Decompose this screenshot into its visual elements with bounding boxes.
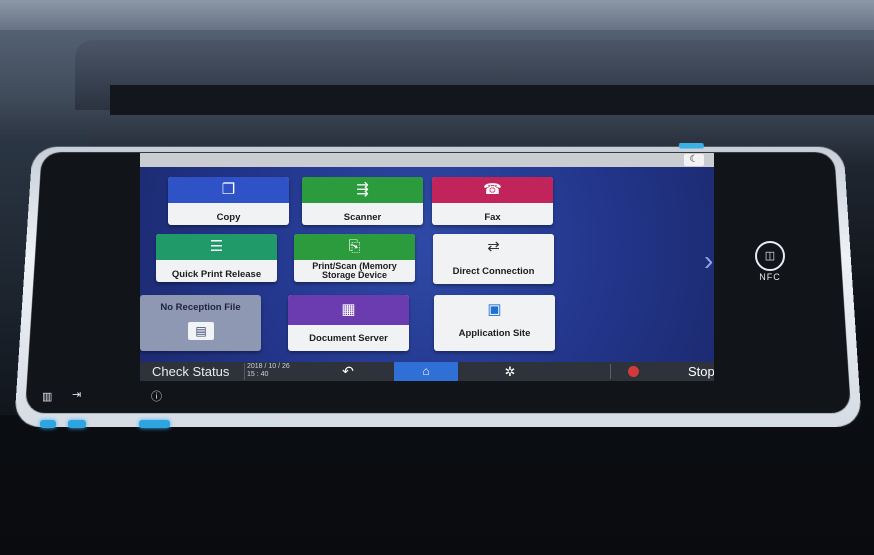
quick-print-icon: ☰ <box>209 238 224 255</box>
next-page-arrow[interactable]: › <box>704 247 713 275</box>
home-icon: ⌂ <box>422 364 430 378</box>
login-icon: ⇥ <box>72 389 82 401</box>
tile-application-site[interactable]: ▣ Application Site <box>434 295 555 351</box>
scanner-icon: ⇶ <box>356 181 369 198</box>
back-button[interactable]: ↶ <box>308 362 388 381</box>
back-arrow-icon: ↶ <box>342 363 354 379</box>
time-text: 15 : 40 <box>247 371 269 378</box>
nfc-reader: ◫ NFC <box>748 241 792 285</box>
tile-label: Copy <box>216 212 241 223</box>
tile-copy[interactable]: ❐ Copy <box>168 177 289 225</box>
tile-print-scan-memory[interactable]: ⎘ Print/Scan (Memory Storage Device <box>294 234 415 282</box>
tile-quick-print-release[interactable]: ☰ Quick Print Release <box>156 234 277 282</box>
tile-fax[interactable]: ☎ Fax <box>432 177 553 225</box>
counter-button[interactable] <box>40 420 56 428</box>
tile-band: ⇄ <box>433 234 554 260</box>
tile-band: ⇶ <box>302 177 423 203</box>
bar-divider <box>610 364 611 379</box>
date-time-display: 2018 / 10 / 26 15 : 40 <box>244 363 307 380</box>
fax-inbox-icon: ▤ <box>188 322 214 340</box>
document-server-icon: ▦ <box>341 301 356 318</box>
tile-label: Print/Scan (Memory Storage Device <box>312 261 397 280</box>
fax-icon: ☎ <box>483 181 502 198</box>
check-status-button[interactable]: Check Status <box>140 362 252 381</box>
info-button[interactable] <box>139 420 170 428</box>
tile-label: Application Site <box>458 328 531 339</box>
tile-band: ▣ <box>434 295 555 325</box>
tile-document-server[interactable]: ▦ Document Server <box>288 295 409 351</box>
tile-scanner[interactable]: ⇶ Scanner <box>302 177 423 225</box>
gear-icon: ✲ <box>504 364 516 379</box>
counter-icon: ▥ <box>42 391 53 403</box>
moon-icon: ☾ <box>689 154 699 165</box>
copy-icon: ❐ <box>221 181 236 198</box>
tile-band: ▦ <box>288 295 409 325</box>
energy-saver-button[interactable]: ☾ <box>684 154 704 166</box>
stop-icon <box>628 366 639 377</box>
status-led <box>678 143 704 149</box>
login-button[interactable] <box>68 420 86 428</box>
tile-band: ❐ <box>168 177 289 203</box>
application-site-icon: ▣ <box>487 301 502 318</box>
direct-connection-icon: ⇄ <box>487 238 500 255</box>
nfc-label: NFC <box>759 272 781 282</box>
tile-direct-connection[interactable]: ⇄ Direct Connection <box>433 234 554 284</box>
home-button[interactable]: ⌂ <box>394 362 458 381</box>
stop-button[interactable]: Stop <box>688 362 714 381</box>
tile-label: Scanner <box>343 212 382 223</box>
printer-top-cover <box>0 0 874 30</box>
tile-band: ☰ <box>156 234 277 260</box>
info-icon: ⓘ <box>151 391 162 403</box>
settings-button[interactable]: ✲ <box>470 362 550 381</box>
tile-label: Direct Connection <box>452 266 535 277</box>
tile-band: ☎ <box>432 177 553 203</box>
date-text: 2018 / 10 / 26 <box>247 363 290 370</box>
bottom-bar: Check Status 2018 / 10 / 26 15 : 40 ↶ ⌂ … <box>140 362 714 381</box>
tile-label: Document Server <box>309 333 388 344</box>
tile-label: Fax <box>484 212 501 223</box>
touch-screen: ☾ ‹ › ❐ Copy ⇶ Scanner ☎ Fax ☰ Quick Pri… <box>140 153 714 381</box>
nfc-icon: ◫ <box>755 241 785 271</box>
tile-band: ⎘ <box>294 234 415 260</box>
tile-label: Quick Print Release <box>171 269 262 280</box>
printer-output-slot <box>110 85 874 115</box>
tile-no-reception-file[interactable]: No Reception File ▤ <box>140 295 261 351</box>
usb-sd-icon: ⎘ <box>348 238 361 255</box>
status-strip <box>140 153 714 167</box>
